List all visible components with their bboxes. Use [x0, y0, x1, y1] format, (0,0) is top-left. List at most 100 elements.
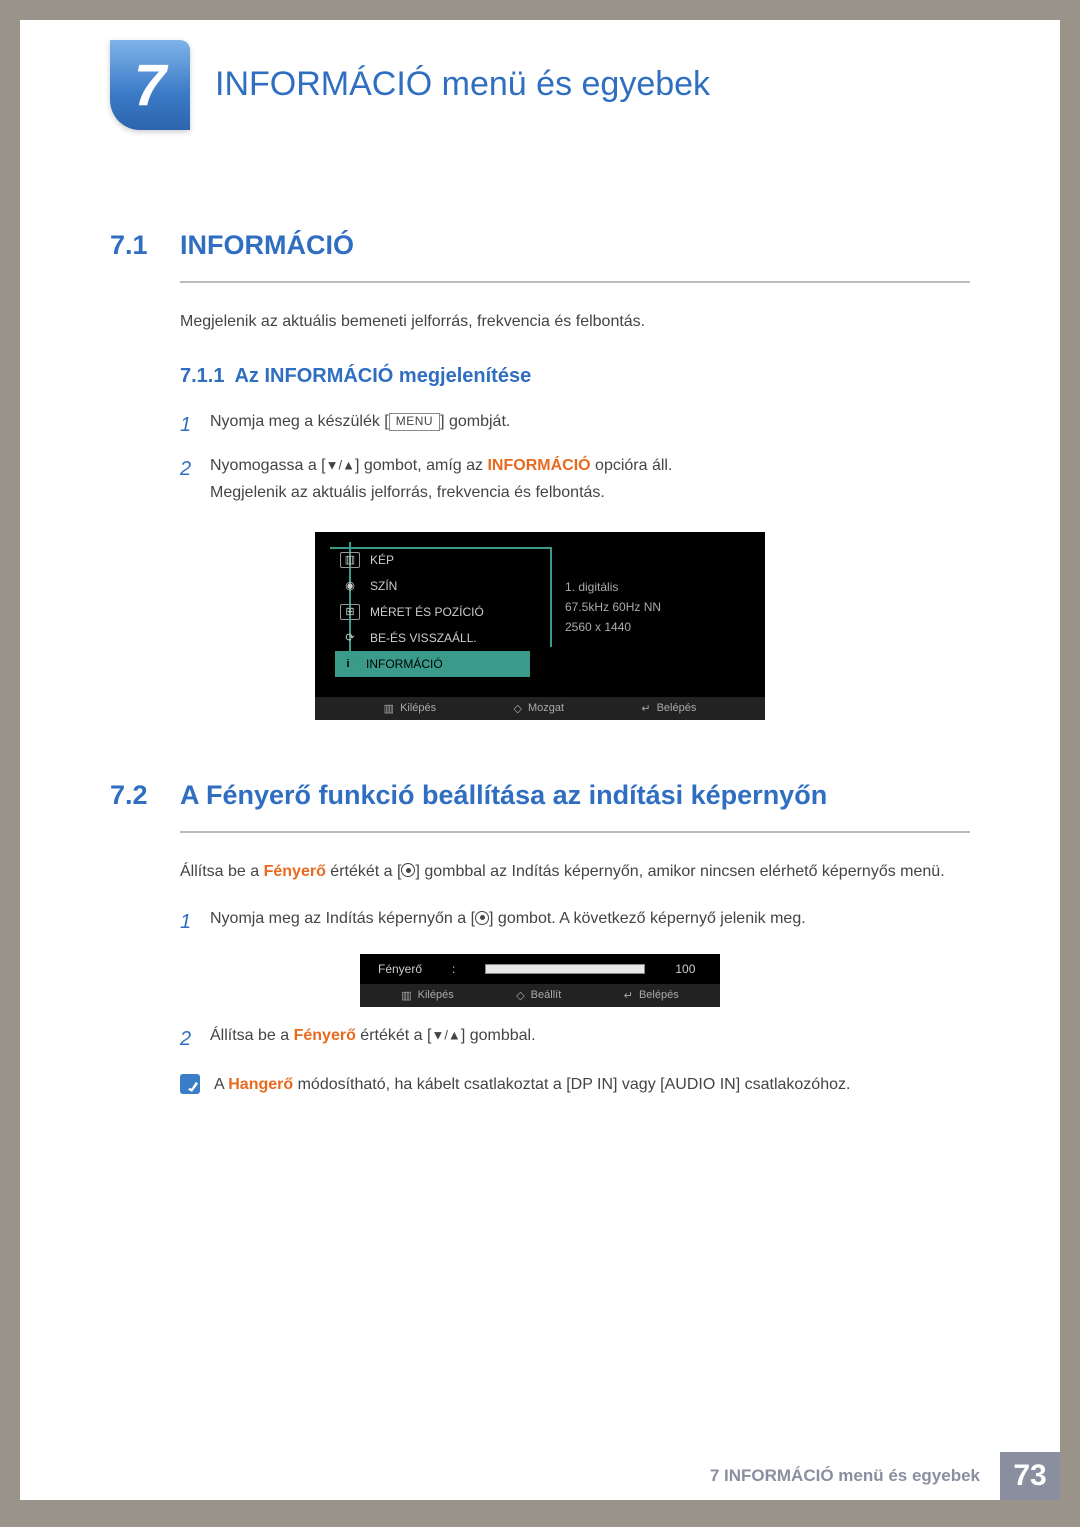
text: módosítható, ha kábelt csatlakoztat a [D… [293, 1076, 850, 1093]
osd-footer: ▥ Kilépés ◇Mozgat ↵ Belépés [315, 697, 765, 720]
text: Kilépés [418, 989, 454, 1001]
note-text: A Hangerő módosítható, ha kábelt csatlak… [214, 1071, 850, 1098]
step-2-sec2: 2 Állítsa be a Fényerő értékét a [▼/▲] g… [180, 1022, 960, 1056]
down-up-arrow-icon: ▼/▲ [326, 458, 355, 473]
osd-menu-list: ▥ KÉP ◉ SZÍN ⊞ MÉRET ÉS POZÍCIÓ ⟳ BE-ÉS VISS… [335, 547, 565, 677]
chapter-number-tab: 7 [110, 40, 190, 130]
chapter-header: 7 INFORMÁCIÓ menü és egyebek [20, 20, 1060, 170]
osd-item-szin: ◉ SZÍN [335, 573, 565, 599]
enter-icon: ↵ [641, 702, 650, 715]
exit-icon: ▥ [401, 989, 411, 1002]
text: A [214, 1076, 228, 1093]
step-number: 1 [180, 408, 210, 442]
note-icon [180, 1074, 200, 1094]
exit-hint: ▥ Kilépés [401, 989, 453, 1002]
section-7-1-heading: 7.1 INFORMÁCIÓ [110, 230, 1060, 261]
step-text: Nyomja meg a készülék [MENU] gombját. [210, 408, 960, 435]
picture-icon: ▥ [340, 552, 360, 568]
osd-label: SZÍN [370, 579, 397, 593]
osd-enter-hint: ↵ Belépés [641, 702, 696, 715]
osd-move-hint: ◇Mozgat [513, 702, 564, 715]
highlight-fenyero: Fényerő [294, 1027, 356, 1044]
brightness-label: Fényerő [378, 962, 422, 976]
osd-item-informacio-selected: i INFORMÁCIÓ [335, 651, 530, 677]
step-1: 1 Nyomja meg a készülék [MENU] gombját. [180, 408, 960, 442]
exit-icon: ▥ [384, 702, 394, 715]
osd-label: INFORMÁCIÓ [366, 657, 443, 671]
brightness-slider [485, 964, 645, 974]
subsection-7-1-1-heading: 7.1.1 Az INFORMÁCIÓ megjelenítése [180, 365, 1060, 388]
text: értékét a [ [326, 863, 402, 880]
osd-info-panel: 1. digitális 67.5kHz 60Hz NN 2560 x 1440 [565, 547, 745, 677]
text: Nyomogassa a [ [210, 457, 326, 474]
info-icon: i [340, 656, 356, 672]
section-number: 7.1 [110, 230, 180, 261]
document-page: 7 INFORMÁCIÓ menü és egyebek 7.1 INFORMÁ… [20, 20, 1060, 1500]
highlight-fenyero: Fényerő [264, 863, 326, 880]
text: Állítsa be a [180, 863, 264, 880]
text: Megjelenik az aktuális jelforrás, frekve… [210, 484, 605, 501]
down-up-arrow-icon: ▼/▲ [431, 1027, 460, 1042]
text: ] gombot. A következő képernyő jelenik m… [489, 910, 806, 927]
osd-info-line: 67.5kHz 60Hz NN [565, 597, 735, 617]
step-2: 2 Nyomogassa a [▼/▲] gombot, amíg az INF… [180, 452, 960, 506]
enter-icon: ↵ [624, 989, 633, 1002]
section-title: A Fényerő funkció beállítása az indítási… [180, 780, 827, 811]
menu-button-label: MENU [389, 413, 440, 431]
brightness-footer: ▥Kilépés ◇Beállít ↵Belépés [360, 984, 720, 1007]
step-text: Nyomogassa a [▼/▲] gombot, amíg az INFOR… [210, 452, 960, 506]
section-7-2-heading: 7.2 A Fényerő funkció beállítása az indí… [110, 780, 1060, 811]
text: ] gombbal az Indítás képernyőn, amikor n… [415, 863, 944, 880]
color-icon: ◉ [340, 578, 360, 594]
text: ] gombját. [440, 413, 510, 430]
footer-chapter-text: 7 INFORMÁCIÓ menü és egyebek [710, 1466, 980, 1486]
text: Kilépés [400, 702, 436, 714]
section-7-2-intro: Állítsa be a Fényerő értékét a [ ] gombba… [180, 858, 960, 885]
osd-exit-hint: ▥ Kilépés [384, 702, 436, 715]
page-footer: 7 INFORMÁCIÓ menü és egyebek 73 [710, 1452, 1060, 1500]
divider [180, 831, 970, 833]
text: Belépés [657, 702, 697, 714]
text: Beállít [531, 989, 562, 1001]
osd-item-reset: ⟳ BE-ÉS VISSZAÁLL. [335, 625, 565, 651]
subsection-number: 7.1.1 [180, 365, 224, 388]
text: Állítsa be a [210, 1027, 294, 1044]
text: ] gombbal. [461, 1027, 536, 1044]
section-7-1-intro: Megjelenik az aktuális bemeneti jelforrá… [180, 308, 960, 335]
text: Nyomja meg a készülék [ [210, 413, 389, 430]
step-number: 1 [180, 905, 210, 939]
osd-item-kep: ▥ KÉP [335, 547, 565, 573]
step-text: Nyomja meg az Indítás képernyőn a [ ] gom… [210, 905, 960, 932]
section-title: INFORMÁCIÓ [180, 230, 354, 261]
text: ] gombot, amíg az [355, 457, 488, 474]
text: Nyomja meg az Indítás képernyőn a [ [210, 910, 475, 927]
adjust-icon: ◇ [516, 989, 524, 1002]
osd-label: KÉP [370, 553, 394, 567]
osd-item-meret: ⊞ MÉRET ÉS POZÍCIÓ [335, 599, 565, 625]
text: értékét a [ [356, 1027, 432, 1044]
osd-label: MÉRET ÉS POZÍCIÓ [370, 605, 484, 619]
reset-icon: ⟳ [340, 630, 360, 646]
step-number: 2 [180, 452, 210, 486]
text: opcióra áll. [591, 457, 673, 474]
step-1-sec2: 1 Nyomja meg az Indítás képernyőn a [ ] g… [180, 905, 960, 939]
divider [180, 281, 970, 283]
jog-button-icon [401, 863, 415, 877]
osd-info-line: 2560 x 1440 [565, 617, 735, 637]
subsection-title: Az INFORMÁCIÓ megjelenítése [234, 365, 531, 388]
highlight-informacio: INFORMÁCIÓ [487, 457, 590, 474]
page-number: 73 [1000, 1452, 1060, 1500]
section-number: 7.2 [110, 780, 180, 811]
text: Mozgat [528, 702, 564, 714]
size-icon: ⊞ [340, 604, 360, 620]
separator: : [452, 962, 455, 976]
brightness-value: 100 [675, 962, 695, 976]
brightness-osd-screenshot: Fényerő : 100 ▥Kilépés ◇Beállít ↵Belépés [360, 954, 720, 1007]
osd-info-line: 1. digitális [565, 577, 735, 597]
note: A Hangerő módosítható, ha kábelt csatlak… [180, 1071, 960, 1098]
highlight-hangero: Hangerő [228, 1076, 293, 1093]
chapter-title: INFORMÁCIÓ menü és egyebek [215, 65, 710, 104]
step-text: Állítsa be a Fényerő értékét a [▼/▲] gom… [210, 1022, 960, 1049]
adjust-hint: ◇ Beállít [516, 989, 561, 1002]
osd-label: BE-ÉS VISSZAÁLL. [370, 631, 477, 645]
